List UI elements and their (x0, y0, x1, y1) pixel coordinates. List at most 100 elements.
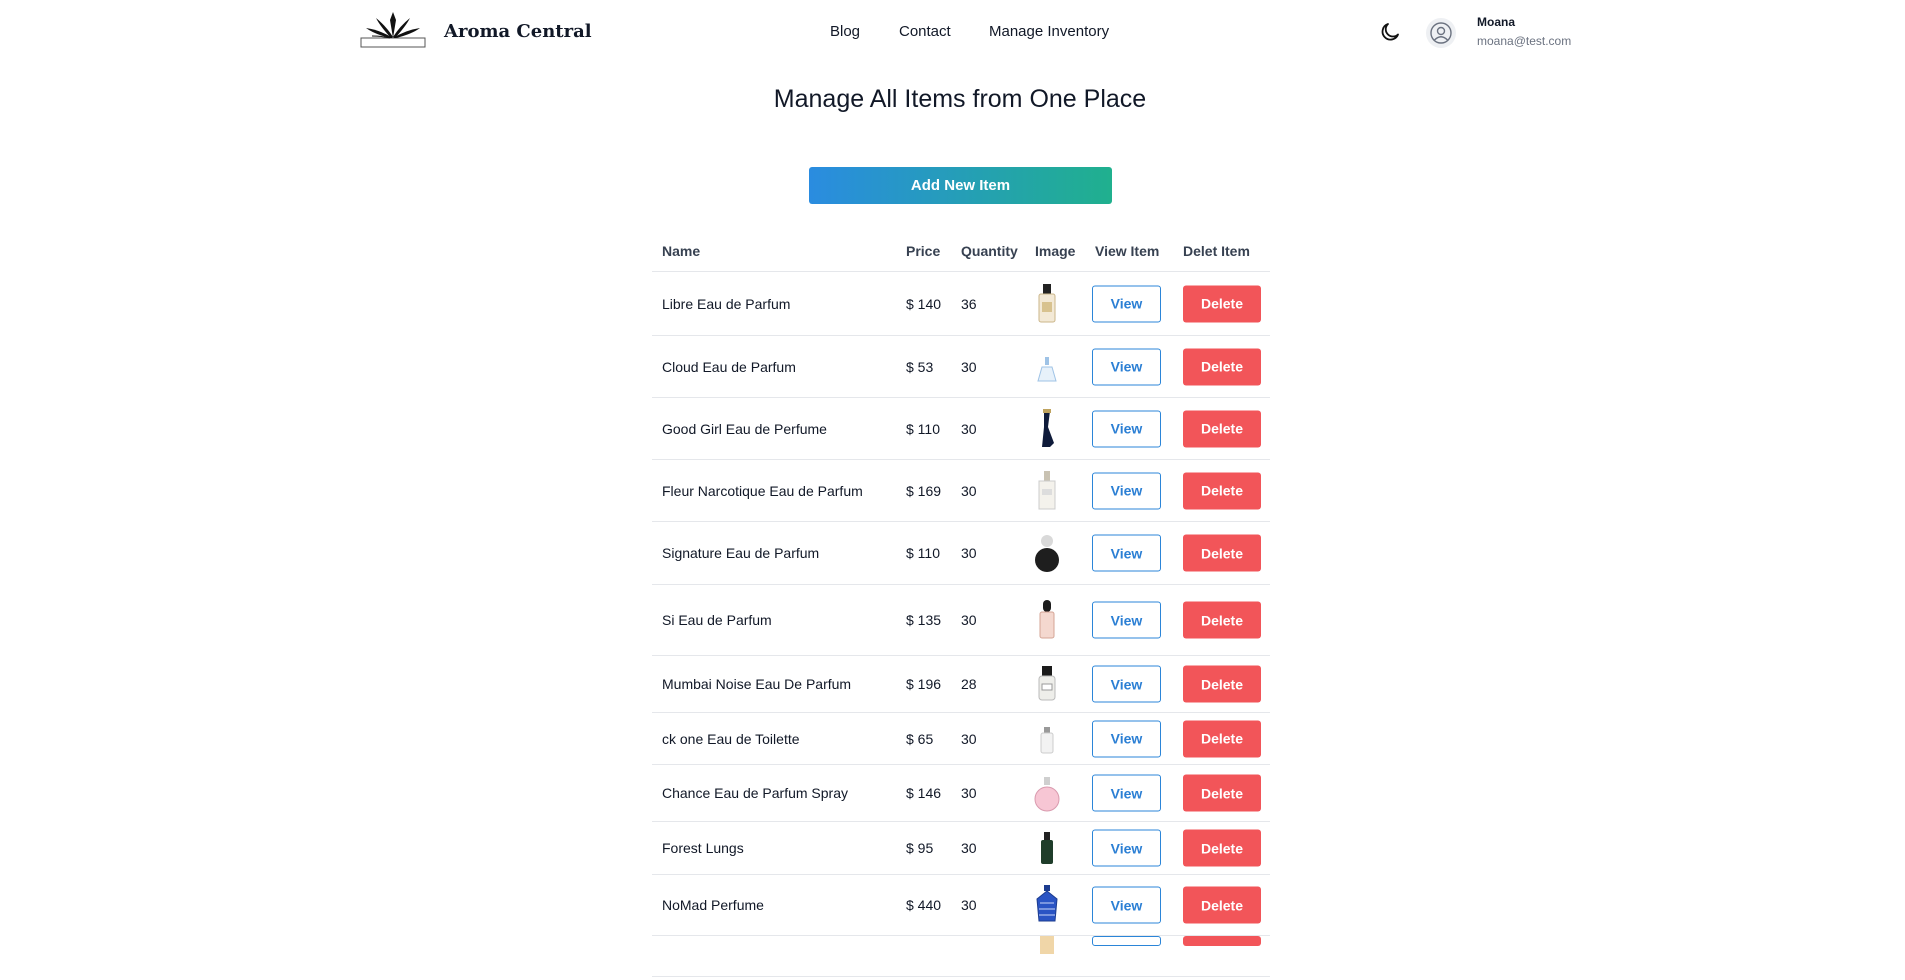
column-header-name: Name (662, 243, 701, 259)
item-image (1030, 662, 1064, 706)
item-quantity: 36 (961, 295, 977, 312)
item-price: $ 169 (906, 482, 942, 499)
item-quantity: 30 (961, 730, 977, 747)
table-row: Fleur Narcotique Eau de Parfum $ 169 30 Vie… (652, 460, 1270, 522)
item-price: $ 196 (906, 676, 942, 692)
column-header-price: Price (906, 243, 941, 259)
column-header-view-item: View Item (1095, 243, 1160, 259)
view-item-button[interactable]: View (1092, 829, 1161, 867)
nav-link-contact[interactable]: Contact (899, 23, 951, 40)
table-row: Si Eau de Parfum $ 135 30 View Delete (652, 585, 1270, 656)
view-item-button[interactable] (1092, 936, 1161, 946)
item-quantity: 30 (961, 358, 977, 375)
item-price: $ 440 (906, 897, 942, 913)
item-name: ck one Eau de Toilette (662, 730, 800, 747)
item-price: $ 146 (906, 785, 942, 801)
item-price: $ 140 (906, 295, 942, 312)
item-quantity: 30 (961, 482, 977, 499)
item-name: Chance Eau de Parfum Spray (662, 785, 848, 801)
delete-item-button[interactable]: Delete (1183, 886, 1261, 924)
view-item-button[interactable]: View (1092, 665, 1161, 703)
view-item-button[interactable]: View (1092, 348, 1161, 385)
delete-item-button[interactable]: Delete (1183, 774, 1261, 812)
delete-item-button[interactable]: Delete (1183, 601, 1261, 639)
item-name: Cloud Eau de Parfum (662, 358, 796, 375)
table-row (652, 936, 1270, 977)
item-price: $ 53 (906, 358, 934, 375)
inventory-table: Name Price Quantity Image View Item Dele… (652, 231, 1270, 977)
view-item-button[interactable]: View (1092, 410, 1161, 447)
delete-item-button[interactable]: Delete (1183, 285, 1261, 322)
table-row: Cloud Eau de Parfum $ 53 30 View Delete (652, 336, 1270, 398)
add-new-item-button[interactable]: Add New Item (809, 167, 1112, 204)
user-avatar-icon[interactable] (1425, 17, 1457, 49)
table-row: Mumbai Noise Eau De Parfum $ 196 28 View Del… (652, 656, 1270, 713)
nav-link-blog[interactable]: Blog (830, 23, 860, 40)
column-header-quantity: Quantity (961, 243, 1018, 259)
user-name: Moana (1477, 15, 1516, 29)
dark-mode-moon-icon[interactable] (1378, 20, 1402, 44)
view-item-button[interactable]: View (1092, 472, 1161, 509)
item-name: Good Girl Eau de Perfume (662, 420, 827, 437)
item-image (1030, 345, 1064, 389)
item-image (1030, 469, 1064, 513)
item-price: $ 65 (906, 730, 934, 747)
item-quantity: 30 (961, 785, 977, 801)
table-row: Good Girl Eau de Perfume $ 110 30 View Delet… (652, 398, 1270, 460)
table-row: ck one Eau de Toilette $ 65 30 View Delete (652, 713, 1270, 765)
view-item-button[interactable]: View (1092, 534, 1161, 572)
view-item-button[interactable]: View (1092, 720, 1161, 757)
nav-link-manage-inventory[interactable]: Manage Inventory (989, 23, 1109, 40)
item-image (1030, 883, 1064, 927)
item-quantity: 30 (961, 897, 977, 913)
item-quantity: 28 (961, 676, 977, 692)
view-item-button[interactable]: View (1092, 601, 1161, 639)
table-row: Chance Eau de Parfum Spray $ 146 30 View Del… (652, 765, 1270, 822)
item-name: NoMad Perfume (662, 897, 764, 913)
table-row: Libre Eau de Parfum $ 140 36 View Delete (652, 272, 1270, 336)
item-price: $ 110 (906, 420, 940, 437)
view-item-button[interactable]: View (1092, 285, 1161, 322)
delete-item-button[interactable]: Delete (1183, 720, 1261, 757)
top-navbar: Aroma Central Blog Contact Manage Invent… (0, 0, 1905, 64)
page-title: Manage All Items from One Place (773, 85, 1147, 113)
item-image (1030, 771, 1064, 815)
item-image (1030, 282, 1064, 326)
delete-item-button[interactable]: Delete (1183, 829, 1261, 867)
item-quantity: 30 (961, 545, 977, 561)
item-quantity: 30 (961, 612, 977, 628)
delete-item-button[interactable]: Delete (1183, 472, 1261, 509)
item-name: Mumbai Noise Eau De Parfum (662, 676, 852, 692)
delete-item-button[interactable]: Delete (1183, 348, 1261, 385)
item-quantity: 30 (961, 420, 977, 437)
item-name: Si Eau de Parfum (662, 612, 772, 628)
item-image (1030, 717, 1064, 761)
brand-name[interactable]: Aroma Central (444, 21, 592, 42)
item-price: $ 95 (906, 840, 934, 856)
table-row: Forest Lungs $ 95 30 View Delete (652, 822, 1270, 875)
item-price: $ 110 (906, 545, 940, 561)
column-header-delete-item: Delet Item (1183, 243, 1250, 259)
view-item-button[interactable]: View (1092, 774, 1161, 812)
item-name: Forest Lungs (662, 840, 744, 856)
item-name: Libre Eau de Parfum (662, 295, 791, 312)
table-header-row: Name Price Quantity Image View Item Dele… (652, 231, 1270, 272)
delete-item-button[interactable] (1183, 936, 1261, 946)
delete-item-button[interactable]: Delete (1183, 665, 1261, 703)
item-name: Fleur Narcotique Eau de Parfum (662, 482, 863, 499)
item-image (1030, 936, 1064, 980)
item-image (1030, 598, 1064, 642)
item-image (1030, 531, 1064, 575)
item-price: $ 135 (906, 612, 942, 628)
delete-item-button[interactable]: Delete (1183, 410, 1261, 447)
item-quantity: 30 (961, 840, 977, 856)
item-image (1030, 407, 1064, 451)
item-name: Signature Eau de Parfum (662, 545, 820, 561)
brand-logo[interactable] (360, 10, 426, 48)
table-body: Libre Eau de Parfum $ 140 36 View Delete Clou… (652, 272, 1270, 977)
delete-item-button[interactable]: Delete (1183, 534, 1261, 572)
user-email: moana@test.com (1477, 34, 1572, 48)
table-row: Signature Eau de Parfum $ 110 30 View Delete (652, 522, 1270, 585)
view-item-button[interactable]: View (1092, 886, 1161, 924)
table-row: NoMad Perfume $ 440 30 View Delete (652, 875, 1270, 936)
